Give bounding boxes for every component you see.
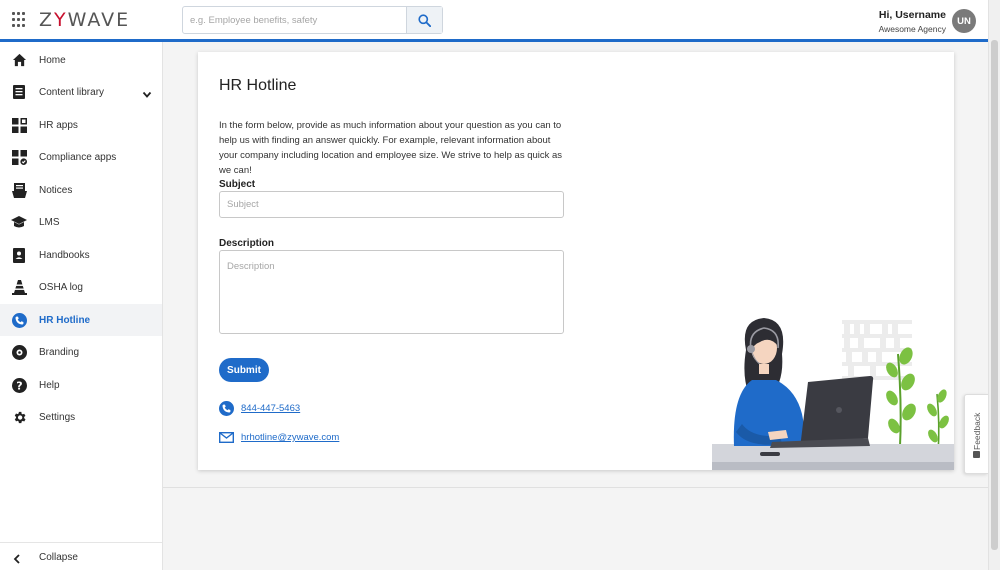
- sidebar-item-label: Notices: [39, 184, 73, 196]
- palette-icon: [11, 344, 27, 360]
- support-agent-illustration: [712, 318, 954, 470]
- handbook-icon: [11, 247, 27, 263]
- hr-hotline-card: HR Hotline In the form below, provide as…: [198, 52, 954, 470]
- mail-icon: [219, 432, 234, 443]
- submit-button[interactable]: Submit: [219, 358, 269, 382]
- email-link[interactable]: hrhotline@zywave.com: [241, 432, 339, 443]
- subject-input[interactable]: [219, 191, 564, 218]
- graduation-cap-icon: [11, 214, 27, 230]
- sidebar-item-osha-log[interactable]: OSHA log: [0, 271, 162, 303]
- sidebar-item-compliance-apps[interactable]: Compliance apps: [0, 141, 162, 173]
- sidebar-item-label: Help: [39, 379, 60, 391]
- sidebar-item-content-library[interactable]: Content library: [0, 76, 162, 108]
- collapse-label: Collapse: [39, 552, 78, 563]
- feedback-icon: [973, 451, 980, 458]
- compliance-grid-icon: [11, 149, 27, 165]
- sidebar-item-branding[interactable]: Branding: [0, 336, 162, 368]
- contact-email-row: hrhotline@zywave.com: [219, 432, 339, 443]
- apps-grid-icon: [11, 117, 27, 133]
- search-input[interactable]: [183, 7, 407, 33]
- document-list-icon: [11, 84, 27, 100]
- gear-icon: [11, 409, 27, 425]
- sidebar-item-label: OSHA log: [39, 281, 83, 293]
- sidebar-collapse-button[interactable]: Collapse: [0, 542, 162, 570]
- sidebar-item-label: HR Hotline: [39, 314, 91, 326]
- feedback-tab[interactable]: Feedback: [964, 394, 988, 474]
- phone-icon: [219, 401, 234, 416]
- sidebar-item-hr-hotline[interactable]: HR Hotline: [0, 304, 162, 336]
- sidebar-item-handbooks[interactable]: Handbooks: [0, 239, 162, 271]
- top-header: ZYWAVE Hi, Username Awesome Agency UN: [0, 0, 988, 40]
- search-icon: [418, 13, 431, 27]
- phone-link[interactable]: 844-447-5463: [241, 403, 300, 414]
- phone-icon: [11, 312, 27, 328]
- sidebar-item-label: HR apps: [39, 119, 78, 131]
- sidebar-item-label: Home: [39, 54, 66, 66]
- user-greeting[interactable]: Hi, Username: [879, 9, 946, 21]
- chevron-left-icon: [13, 552, 21, 567]
- sidebar-item-settings[interactable]: Settings: [0, 401, 162, 433]
- zywave-logo[interactable]: ZYWAVE: [39, 9, 130, 31]
- search-button[interactable]: [406, 7, 442, 33]
- chevron-down-icon[interactable]: [142, 87, 152, 102]
- description-label: Description: [219, 238, 275, 249]
- user-agency: Awesome Agency: [878, 24, 946, 34]
- app-launcher-icon[interactable]: [12, 12, 28, 28]
- help-icon: ?: [11, 377, 27, 393]
- sidebar-item-label: Settings: [39, 411, 76, 423]
- sidebar: Home Content library HR apps Compliance …: [0, 42, 163, 570]
- notices-icon: [11, 182, 27, 198]
- sidebar-item-hr-apps[interactable]: HR apps: [0, 109, 162, 141]
- sidebar-item-label: Content library: [39, 86, 105, 98]
- sidebar-item-label: LMS: [39, 216, 60, 228]
- form-instructions: In the form below, provide as much infor…: [219, 120, 563, 176]
- page-title: HR Hotline: [219, 77, 297, 94]
- description-textarea[interactable]: [219, 250, 564, 334]
- cone-icon: [11, 279, 27, 295]
- sidebar-item-home[interactable]: Home: [0, 44, 162, 76]
- search-box: [182, 6, 443, 34]
- sidebar-item-help[interactable]: ? Help: [0, 369, 162, 401]
- sidebar-item-lms[interactable]: LMS: [0, 206, 162, 238]
- sidebar-item-label: Compliance apps: [39, 151, 117, 163]
- contact-phone-row: 844-447-5463: [219, 401, 300, 416]
- home-icon: [11, 52, 27, 68]
- scrollbar-thumb[interactable]: [991, 40, 998, 550]
- sidebar-item-label: Handbooks: [39, 249, 90, 261]
- avatar[interactable]: UN: [952, 9, 976, 33]
- sidebar-item-label: Branding: [39, 346, 80, 358]
- page-scrollbar[interactable]: [988, 0, 1000, 570]
- feedback-label: Feedback: [972, 412, 982, 450]
- subject-label: Subject: [219, 179, 256, 190]
- svg-text:?: ?: [16, 379, 22, 392]
- sidebar-item-notices[interactable]: Notices: [0, 174, 162, 206]
